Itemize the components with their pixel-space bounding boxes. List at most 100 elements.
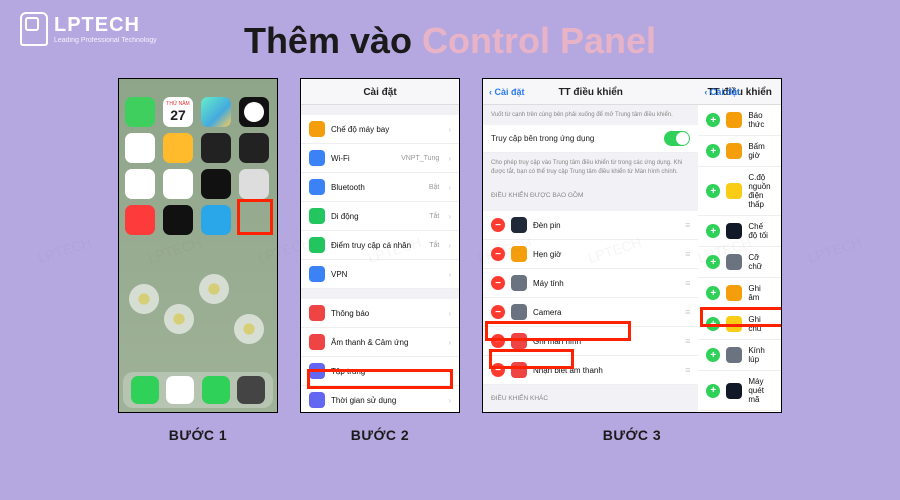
remove-icon[interactable]: − (491, 305, 505, 319)
add-icon[interactable]: + (706, 384, 720, 398)
brand-logo: LPTECH Leading Professional Technology (20, 12, 157, 46)
dock (123, 372, 273, 408)
title-part1: Thêm vào (244, 20, 422, 61)
back-button[interactable]: ‹ Cài đặt (489, 87, 525, 97)
chevron-right-icon: › (448, 212, 451, 221)
settings-row[interactable]: −Máy tính≡ (483, 269, 698, 298)
reorder-icon[interactable]: ≡ (685, 336, 690, 346)
row-icon (309, 179, 325, 195)
highlight-nhan-dang-nhac (700, 307, 782, 327)
row-label: VPN (331, 270, 442, 279)
chevron-right-icon: › (448, 338, 451, 347)
app-wallet[interactable] (201, 133, 231, 163)
add-icon[interactable]: + (706, 255, 720, 269)
settings-row[interactable]: Thời gian sử dụng › (301, 386, 459, 413)
reorder-icon[interactable]: ≡ (685, 307, 690, 317)
row-icon (726, 143, 742, 159)
app-calendar[interactable]: THỨ NĂM27 (163, 97, 193, 127)
settings-row[interactable]: + Ghi âm (698, 278, 781, 309)
settings-row[interactable]: Chế độ máy bay› (301, 115, 459, 144)
reorder-icon[interactable]: ≡ (685, 249, 690, 259)
row-icon (726, 112, 742, 128)
chevron-right-icon: › (448, 125, 451, 134)
app-shazam[interactable] (201, 205, 231, 235)
settings-row[interactable]: Wi-FiVNPT_Tung› (301, 144, 459, 173)
cc-in-app-desc: Cho phép truy cập vào Trung tâm điều khi… (483, 153, 698, 182)
row-label: Kính lúp (748, 346, 773, 364)
row-icon (309, 150, 325, 166)
settings-row[interactable]: VPN › (301, 260, 459, 289)
settings-row[interactable]: + C.độ nguồn điện thấp (698, 167, 781, 216)
logo-icon (20, 12, 48, 46)
back-button-r[interactable]: ‹ Cài đặt (704, 87, 740, 97)
settings-row[interactable]: +Nghe (698, 411, 781, 413)
reorder-icon[interactable]: ≡ (685, 365, 690, 375)
brand-tagline: Leading Professional Technology (54, 37, 157, 44)
row-icon (309, 334, 325, 350)
app-files[interactable] (125, 133, 155, 163)
dock-phone[interactable] (131, 376, 159, 404)
reorder-icon[interactable]: ≡ (685, 278, 690, 288)
add-icon[interactable]: + (706, 348, 720, 362)
app-translate[interactable] (239, 133, 269, 163)
app-facetime[interactable] (125, 97, 155, 127)
dock-safari[interactable] (166, 376, 194, 404)
dock-messages[interactable] (202, 376, 230, 404)
row-label: C.độ nguồn điện thấp (748, 173, 773, 209)
settings-row[interactable]: + Báo thức (698, 105, 781, 136)
row-icon (309, 305, 325, 321)
app-photos[interactable] (163, 169, 193, 199)
row-label: Hẹn giờ (533, 250, 679, 259)
add-icon[interactable]: + (706, 144, 720, 158)
app-tips[interactable] (163, 133, 193, 163)
row-icon (726, 285, 742, 301)
settings-row[interactable]: Di độngTắt› (301, 202, 459, 231)
in-app-access-toggle[interactable]: Truy cập bên trong ứng dụng (483, 125, 698, 153)
row-icon (511, 275, 527, 291)
settings-row[interactable]: BluetoothBật› (301, 173, 459, 202)
settings-row[interactable]: Âm thanh & Cảm ứng› (301, 328, 459, 357)
settings-row[interactable]: − Hẹn giờ ≡ (483, 240, 698, 269)
add-icon[interactable]: + (706, 184, 720, 198)
chevron-right-icon: › (448, 396, 451, 405)
app-settings[interactable] (239, 169, 269, 199)
row-label: Bluetooth (331, 183, 423, 192)
settings-row[interactable]: +Máy quét mã (698, 371, 781, 411)
row-icon (309, 121, 325, 137)
app-compass[interactable] (163, 205, 193, 235)
app-clock[interactable] (239, 97, 269, 127)
cc-header-left: ‹ Cài đặtTT điều khiển (483, 79, 698, 105)
settings-row[interactable]: −Đèn pin≡ (483, 211, 698, 240)
highlight-settings-icon (237, 199, 273, 235)
dock-camera[interactable] (237, 376, 265, 404)
add-icon[interactable]: + (706, 286, 720, 300)
add-icon[interactable]: + (706, 113, 720, 127)
remove-icon[interactable]: − (491, 276, 505, 290)
row-icon (726, 223, 742, 239)
app-maps[interactable] (201, 97, 231, 127)
row-label: Báo thức (748, 111, 773, 129)
app-home[interactable] (125, 169, 155, 199)
settings-row[interactable]: + Kính lúp (698, 340, 781, 371)
settings-row[interactable]: +Bấm giờ (698, 136, 781, 167)
app-news[interactable] (125, 205, 155, 235)
settings-row[interactable]: Điểm truy cập cá nhânTắt› (301, 231, 459, 260)
settings-row[interactable]: + Chế độ tối (698, 216, 781, 247)
add-icon[interactable]: + (706, 224, 720, 238)
row-label: Thời gian sử dụng (331, 396, 442, 405)
row-label: Thông báo (331, 309, 442, 318)
row-icon (309, 266, 325, 282)
chevron-right-icon: › (448, 270, 451, 279)
row-label: Camera (533, 308, 679, 317)
app-stocks[interactable] (201, 169, 231, 199)
row-icon (511, 246, 527, 262)
settings-row[interactable]: Thông báo› (301, 299, 459, 328)
row-label: Ghi âm (748, 284, 773, 302)
row-label: Chế độ tối (748, 222, 773, 240)
reorder-icon[interactable]: ≡ (685, 220, 690, 230)
title-part2: Control Panel (422, 20, 656, 61)
remove-icon[interactable]: − (491, 247, 505, 261)
remove-icon[interactable]: − (491, 218, 505, 232)
row-icon (726, 383, 742, 399)
settings-row[interactable]: +Cỡ chữ (698, 247, 781, 278)
